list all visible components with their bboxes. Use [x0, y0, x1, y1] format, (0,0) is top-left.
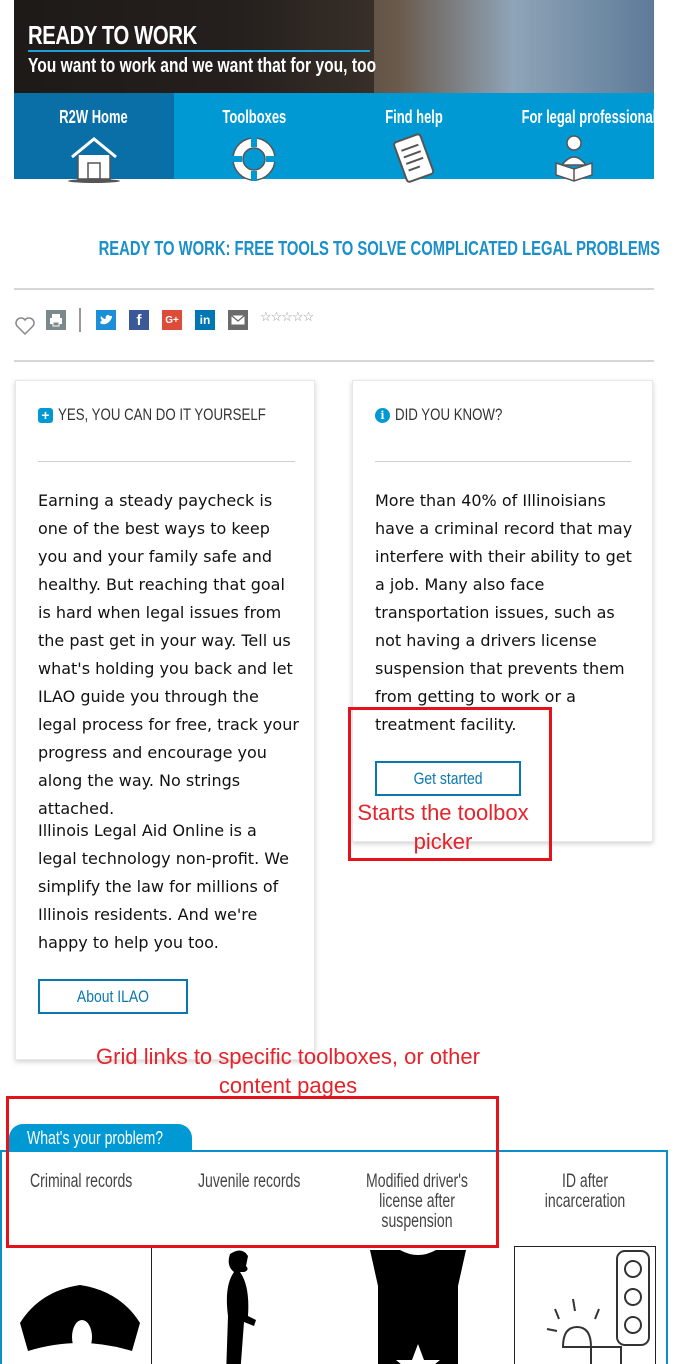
nav-item-find-help[interactable]: Find help: [334, 93, 494, 183]
juvenile-records-tile[interactable]: [178, 1246, 320, 1364]
card-paragraph: More than 40% of Illinoisians have a cri…: [375, 491, 633, 734]
google-plus-icon[interactable]: G+: [162, 310, 182, 330]
nav-item-toolboxes[interactable]: Toolboxes: [174, 93, 334, 181]
tablet-icon: [393, 133, 435, 183]
hero-title: READY TO WORK: [28, 20, 197, 50]
share-bar: f G+ in ☆☆☆☆☆: [14, 308, 414, 336]
modified-license-tile[interactable]: [348, 1246, 490, 1364]
divider: [14, 288, 654, 290]
email-icon[interactable]: [228, 310, 248, 330]
heart-icon[interactable]: [14, 316, 36, 336]
share-separator: [79, 308, 81, 332]
life-ring-icon: [232, 137, 276, 181]
info-icon: i: [375, 407, 390, 423]
grid-item-id-after-incarceration[interactable]: ID after incarceration: [501, 1172, 669, 1212]
annotation-box: [6, 1096, 499, 1248]
divider: [14, 360, 654, 362]
hero-divider: [28, 50, 370, 52]
facebook-icon[interactable]: f: [129, 310, 149, 330]
traffic-light-icon: [546, 1250, 650, 1364]
card-heading: DID YOU KNOW?: [395, 405, 503, 424]
page-headline: READY TO WORK: FREE TOOLS TO SOLVE COMPL…: [98, 238, 660, 260]
hero-banner: READY TO WORK You want to work and we wa…: [14, 0, 654, 93]
annotation-text: Starts the toolbox picker: [357, 800, 529, 854]
about-ilao-button[interactable]: About ILAO: [38, 979, 188, 1014]
annotation-text: Grid links to specific toolboxes, or oth…: [96, 1044, 480, 1098]
nav-item-legal-professionals[interactable]: For legal professionals: [494, 93, 663, 182]
nav-label: Find help: [385, 107, 443, 127]
card-divider: [38, 461, 295, 462]
nav-label: Toolboxes: [222, 107, 286, 127]
hero-subtitle: You want to work and we want that for yo…: [28, 55, 377, 77]
rating-stars[interactable]: ☆☆☆☆☆: [260, 309, 314, 325]
criminal-records-tile[interactable]: [10, 1246, 152, 1364]
main-nav: R2W Home Toolboxes Find help For legal p…: [14, 93, 663, 183]
police-badge-icon: [20, 1285, 140, 1354]
nav-label: R2W Home: [59, 107, 129, 127]
traffic-officer-icon: [370, 1250, 466, 1364]
nav-label: For legal professionals: [521, 107, 664, 127]
nav-item-r2w-home[interactable]: R2W Home: [14, 93, 174, 183]
id-after-incarceration-tile[interactable]: [514, 1246, 656, 1364]
linkedin-icon[interactable]: in: [195, 310, 215, 330]
card-divider: [375, 461, 631, 462]
card-paragraph: Illinois Legal Aid Online is a legal tec…: [38, 821, 289, 952]
print-icon[interactable]: [46, 310, 66, 330]
reader-icon: [555, 135, 593, 182]
card-heading: YES, YOU CAN DO IT YOURSELF: [58, 405, 266, 424]
card-do-it-yourself: + YES, YOU CAN DO IT YOURSELF Earning a …: [15, 380, 315, 1060]
twitter-icon[interactable]: [96, 310, 116, 330]
card-paragraph: Earning a steady paycheck is one of the …: [38, 491, 299, 818]
person-silhouette-icon: [226, 1250, 256, 1364]
plus-icon: +: [38, 407, 53, 423]
house-icon: [68, 137, 120, 183]
